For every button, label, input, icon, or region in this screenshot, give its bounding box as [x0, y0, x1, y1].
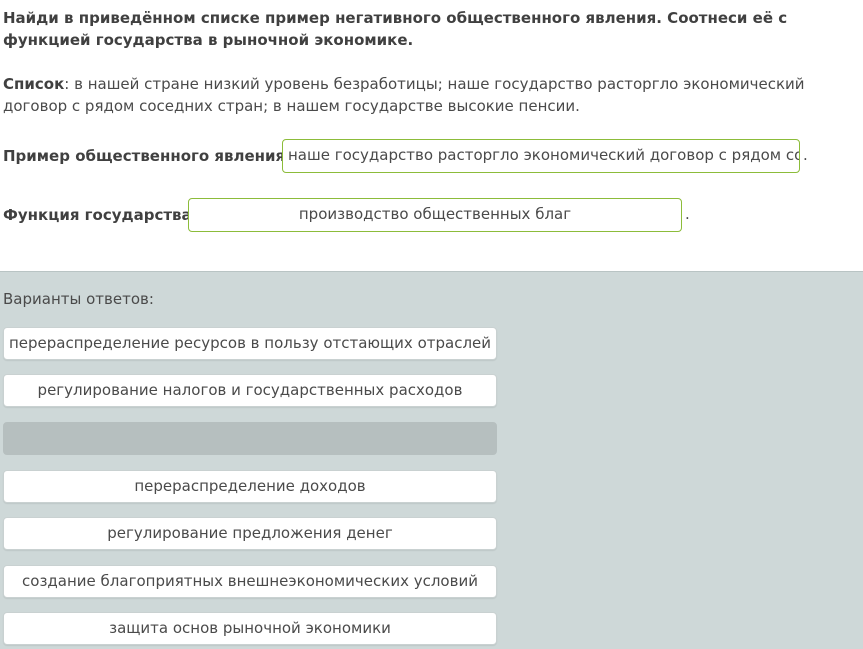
example-row: Пример общественного явления:	[3, 145, 291, 167]
question-panel: Найди в приведённом списке пример негати…	[0, 0, 863, 271]
function-drop-zone[interactable]: производство общественных благ	[188, 198, 682, 232]
example-drop-zone[interactable]: наше государство расторгло экономический…	[282, 139, 800, 173]
function-answer[interactable]: производство общественных благ	[299, 205, 571, 223]
example-answer[interactable]: наше государство расторгло экономический…	[288, 146, 799, 164]
example-label: Пример общественного явления:	[3, 147, 292, 165]
variant-option[interactable]: перераспределение доходов	[3, 470, 497, 503]
function-row: Функция государства:	[3, 204, 198, 226]
list-text: : в нашей стране низкий уровень безработ…	[3, 75, 805, 115]
variant-option[interactable]: создание благоприятных внешнеэкономическ…	[3, 565, 497, 598]
variant-option[interactable]: регулирование налогов и государственных …	[3, 374, 497, 407]
variant-option[interactable]: защита основ рыночной экономики	[3, 612, 497, 645]
variant-option[interactable]: перераспределение ресурсов в пользу отст…	[3, 327, 497, 360]
function-period: .	[685, 205, 690, 223]
variants-panel: Варианты ответов: перераспределение ресу…	[0, 271, 863, 649]
variant-empty-slot	[3, 422, 497, 455]
function-label: Функция государства:	[3, 206, 198, 224]
question-title: Найди в приведённом списке пример негати…	[3, 9, 788, 49]
list-label: Список	[3, 75, 65, 93]
variant-option[interactable]: регулирование предложения денег	[3, 517, 497, 550]
variants-title: Варианты ответов:	[3, 290, 154, 308]
example-period: .	[803, 146, 808, 164]
question-list: Список: в нашей стране низкий уровень бе…	[3, 73, 861, 117]
